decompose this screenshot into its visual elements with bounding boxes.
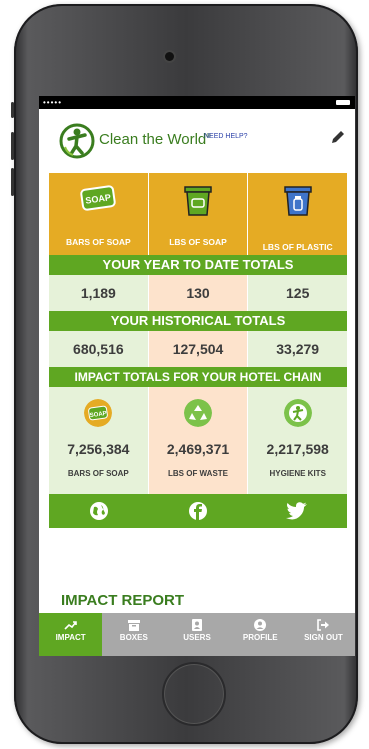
historical-values-row: 680,516 127,504 33,279 bbox=[49, 331, 348, 367]
mute-switch bbox=[11, 102, 14, 118]
soap-icon: SOAP bbox=[80, 185, 117, 211]
tab-profile[interactable]: PROFILE bbox=[229, 613, 292, 656]
tab-label: USERS bbox=[183, 633, 211, 642]
tab-users[interactable]: USERS bbox=[165, 613, 228, 656]
trending-icon bbox=[64, 621, 77, 630]
category-label: LBS OF SOAP bbox=[169, 237, 227, 247]
historical-bars-of-soap: 680,516 bbox=[49, 331, 148, 367]
need-help-link[interactable]: NEED HELP? bbox=[204, 133, 248, 140]
tab-label: SIGN OUT bbox=[304, 633, 343, 642]
sign-out-icon bbox=[317, 619, 330, 631]
globe-icon bbox=[89, 502, 108, 520]
camera bbox=[165, 52, 174, 61]
twitter-link[interactable] bbox=[248, 494, 347, 528]
impact-report-title: IMPACT REPORT bbox=[61, 592, 185, 609]
battery-icon bbox=[336, 100, 350, 105]
screen: ••••• Clean the World® NEED HELP? SOAP B… bbox=[39, 96, 355, 656]
green-bin-icon bbox=[184, 186, 212, 216]
recycle-icon bbox=[184, 399, 212, 427]
app-header: Clean the World® NEED HELP? bbox=[39, 109, 355, 171]
category-bars-of-soap: SOAP BARS OF SOAP bbox=[49, 173, 148, 255]
edit-pencil-icon[interactable] bbox=[330, 129, 346, 145]
tab-impact[interactable]: IMPACT bbox=[39, 613, 103, 656]
hygiene-kit-icon bbox=[283, 399, 312, 427]
chain-value: 2,469,371 bbox=[166, 441, 230, 457]
volume-up-button bbox=[11, 132, 14, 160]
social-bar bbox=[49, 494, 347, 528]
ytd-bars-of-soap: 1,189 bbox=[49, 275, 148, 311]
historical-lbs-of-plastic: 33,279 bbox=[247, 331, 348, 367]
historical-lbs-of-soap: 127,504 bbox=[147, 331, 248, 367]
category-row: SOAP BARS OF SOAP LBS OF SOAP LBS OF PLA… bbox=[49, 173, 348, 255]
soap-badge-icon: SOAP bbox=[84, 399, 113, 427]
tab-boxes[interactable]: BOXES bbox=[102, 613, 165, 656]
blue-bin-icon bbox=[283, 186, 312, 216]
clean-the-world-logo-icon bbox=[59, 123, 95, 159]
user-card-icon bbox=[192, 619, 202, 631]
ytd-values-row: 1,189 130 125 bbox=[49, 275, 348, 311]
ytd-lbs-of-soap: 130 bbox=[147, 275, 248, 311]
chain-label: LBS OF WASTE bbox=[168, 469, 228, 478]
category-lbs-of-soap: LBS OF SOAP bbox=[147, 173, 248, 255]
chain-label: BARS OF SOAP bbox=[67, 469, 129, 478]
chain-impact-row: SOAP 7,256,384 BARS OF SOAP 2,469,371 LB… bbox=[49, 387, 348, 494]
box-icon bbox=[127, 620, 140, 631]
historical-heading: YOUR HISTORICAL TOTALS bbox=[49, 311, 347, 331]
facebook-link[interactable] bbox=[148, 494, 247, 528]
brand-name: Clean the World® bbox=[99, 131, 211, 148]
stats-grid: SOAP BARS OF SOAP LBS OF SOAP LBS OF PLA… bbox=[49, 173, 348, 528]
chain-lbs-of-waste: 2,469,371 LBS OF WASTE bbox=[147, 387, 248, 494]
twitter-icon bbox=[286, 502, 308, 520]
chain-label: HYGIENE KITS bbox=[269, 469, 326, 478]
chain-bars-of-soap: SOAP 7,256,384 BARS OF SOAP bbox=[49, 387, 148, 494]
tab-label: BOXES bbox=[119, 633, 148, 642]
volume-down-button bbox=[11, 168, 14, 196]
ytd-heading: YOUR YEAR TO DATE TOTALS bbox=[49, 255, 347, 275]
chain-value: 7,256,384 bbox=[67, 441, 130, 457]
tab-sign-out[interactable]: SIGN OUT bbox=[292, 613, 355, 656]
home-button[interactable] bbox=[162, 662, 226, 726]
chain-hygiene-kits: 2,217,598 HYGIENE KITS bbox=[247, 387, 348, 494]
chain-value: 2,217,598 bbox=[266, 441, 329, 457]
status-bar: ••••• bbox=[39, 96, 355, 109]
signal-indicator: ••••• bbox=[43, 98, 63, 107]
tab-label: IMPACT bbox=[55, 633, 86, 642]
ytd-lbs-of-plastic: 125 bbox=[247, 275, 348, 311]
profile-icon bbox=[254, 619, 267, 631]
bottom-tab-bar: IMPACT BOXES USERS PROFILE SIGN OUT bbox=[39, 613, 355, 656]
category-label: LBS OF PLASTIC bbox=[262, 242, 333, 252]
category-lbs-of-plastic: LBS OF PLASTIC bbox=[247, 173, 348, 255]
globe-link[interactable] bbox=[49, 494, 148, 528]
tab-label: PROFILE bbox=[242, 633, 278, 642]
category-label: BARS OF SOAP bbox=[65, 237, 131, 247]
chain-heading: IMPACT TOTALS FOR YOUR HOTEL CHAIN bbox=[49, 367, 347, 387]
facebook-icon bbox=[188, 502, 207, 520]
